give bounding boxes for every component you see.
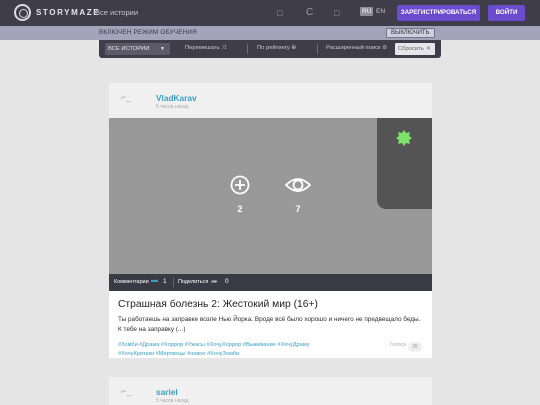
- view-count: 7: [295, 204, 301, 214]
- sort-rating-label: По рейтингу: [257, 45, 290, 51]
- views-stat[interactable]: 7: [284, 175, 312, 214]
- avatar[interactable]: ⌐_: [121, 92, 143, 114]
- broken-image-icon: ⌐: [109, 118, 113, 124]
- square-icon[interactable]: □: [277, 7, 282, 19]
- eye-icon: [284, 178, 312, 192]
- shuffle-icon: ⤨: [221, 45, 226, 51]
- reset-filter-button[interactable]: Сбросить ✕: [395, 43, 435, 55]
- votes-count: 35: [408, 342, 422, 352]
- advanced-search-label: Расширенный поиск: [326, 45, 381, 51]
- search-circle-icon: ⊘: [382, 45, 388, 51]
- close-icon: ✕: [426, 46, 431, 52]
- refresh-icon[interactable]: C: [306, 7, 313, 19]
- logo-icon: [14, 4, 31, 21]
- add-stat[interactable]: 2: [230, 175, 250, 214]
- story-meta-bar: Комментарии ▬ 1 Поделиться ➦ 0: [109, 274, 432, 291]
- lang-en-button[interactable]: EN: [376, 8, 385, 15]
- author-name[interactable]: VladKarav: [156, 93, 197, 103]
- divider: [173, 277, 174, 287]
- shuffle-button[interactable]: Перемешать ⤨: [185, 45, 226, 52]
- disable-training-button[interactable]: ВЫКЛЮЧИТЬ: [386, 28, 435, 38]
- login-button[interactable]: ВОЙТИ: [488, 5, 525, 21]
- chevron-down-icon: ▼: [160, 46, 165, 52]
- new-badge-icon: [396, 130, 412, 146]
- add-count: 2: [237, 204, 243, 214]
- story-cover[interactable]: ⌐ 2 7: [109, 118, 432, 274]
- divider: [317, 44, 318, 54]
- story-card[interactable]: ⌐_ VladKarav 5 часов назад ⌐ 2 7 Коммент…: [109, 83, 432, 358]
- top-header: STORYMAZE Все истории □ C □ RU EN ЗАРЕГИ…: [0, 0, 540, 26]
- logo-text: STORYMAZE: [36, 8, 101, 17]
- register-button[interactable]: ЗАРЕГИСТРИРОВАТЬСЯ: [397, 5, 480, 21]
- stories-filter-select[interactable]: ВСЕ ИСТОРИИ ▼: [105, 43, 170, 55]
- cover-side-panel: [377, 118, 432, 209]
- story-body: Страшная болезнь 2: Жестокий мир (16+) Т…: [109, 299, 432, 359]
- timestamp: 5 часов назад: [156, 104, 189, 110]
- votes-label: Голоса: [389, 342, 406, 348]
- nav-all-stories-link[interactable]: Все истории: [95, 8, 138, 17]
- tags-line[interactable]: #ХочуКритики #Мертвецы #новое #ХочуЗомби: [118, 350, 338, 359]
- author-name[interactable]: sariel: [156, 387, 178, 397]
- story-excerpt: Ты работаешь на заправке возле Нью Йорка…: [118, 316, 421, 333]
- square-icon[interactable]: □: [334, 7, 339, 19]
- story-card[interactable]: ⌐_ sariel 5 часов назад: [109, 377, 432, 405]
- share-button[interactable]: Поделиться: [178, 279, 208, 285]
- share-count: 0: [225, 278, 229, 285]
- shuffle-label: Перемешать: [185, 45, 220, 51]
- advanced-search-button[interactable]: Расширенный поиск ⊘: [326, 45, 387, 51]
- story-card-header: ⌐_ sariel 5 часов назад: [109, 377, 432, 405]
- comment-icon: ▬: [151, 277, 158, 284]
- training-mode-text: ВКЛЮЧЕН РЕЖИМ ОБУЧЕНИЯ: [99, 29, 197, 36]
- logo[interactable]: STORYMAZE: [14, 4, 100, 21]
- avatar[interactable]: ⌐_: [121, 386, 143, 405]
- filter-bar: ВСЕ ИСТОРИИ ▼ Перемешать ⤨ По рейтингу ⊕…: [99, 40, 441, 58]
- comments-link[interactable]: Комментарии: [114, 279, 149, 285]
- plus-circle-icon: ⊕: [291, 45, 297, 51]
- lang-ru-button[interactable]: RU: [360, 7, 374, 16]
- timestamp: 5 часов назад: [156, 398, 189, 404]
- plus-circle-icon: [230, 175, 250, 195]
- sort-rating-button[interactable]: По рейтингу ⊕: [257, 45, 296, 51]
- tags-line[interactable]: #Зомби #Драма #Хоррор #Ужасы #ХочуХоррор…: [118, 341, 338, 350]
- stories-filter-value: ВСЕ ИСТОРИИ: [108, 46, 150, 52]
- comments-count: 1: [163, 278, 167, 285]
- reset-label: Сбросить: [398, 46, 424, 52]
- training-banner: ВКЛЮЧЕН РЕЖИМ ОБУЧЕНИЯ ВЫКЛЮЧИТЬ: [0, 26, 540, 40]
- story-title[interactable]: Страшная болезнь 2: Жестокий мир (16+): [118, 299, 423, 310]
- story-tags: #Зомби #Драма #Хоррор #Ужасы #ХочуХоррор…: [118, 341, 338, 359]
- divider: [247, 44, 248, 54]
- story-card-header: ⌐_ VladKarav 5 часов назад: [109, 83, 432, 118]
- share-icon: ➦: [211, 277, 218, 286]
